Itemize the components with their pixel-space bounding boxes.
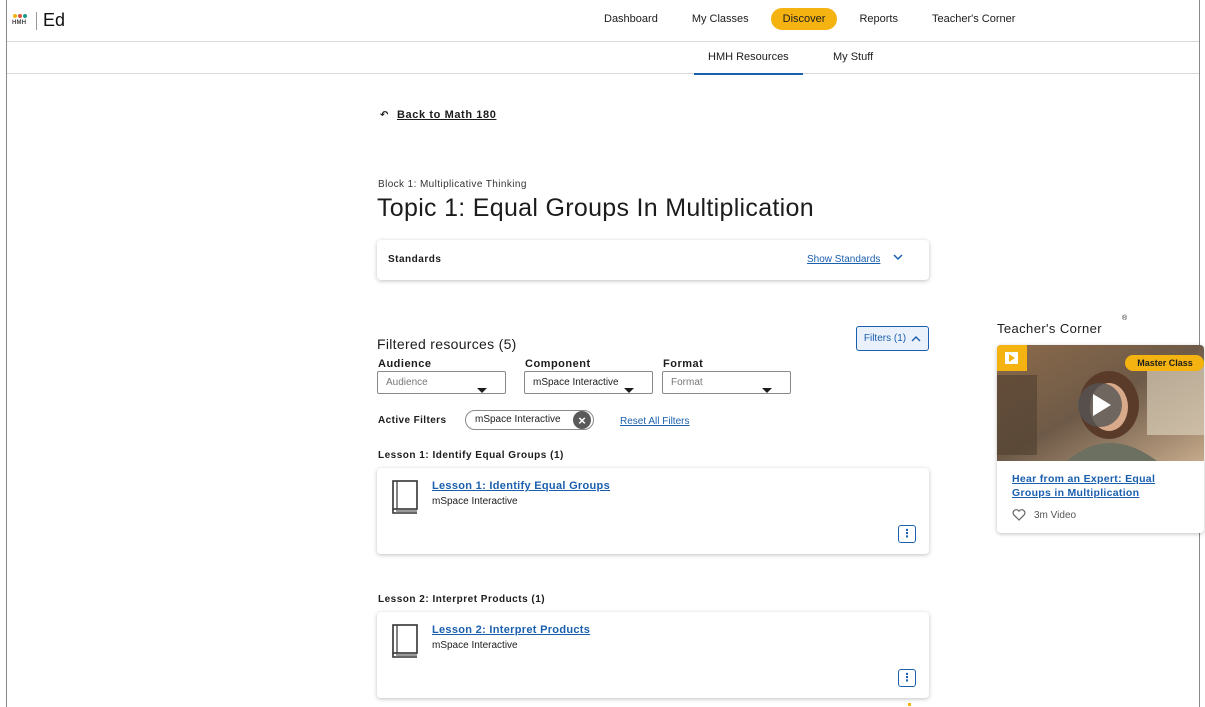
audience-select[interactable]: Audience bbox=[377, 371, 506, 394]
book-icon bbox=[392, 480, 418, 514]
remove-filter-icon[interactable]: × bbox=[573, 411, 591, 429]
nav-discover[interactable]: Discover bbox=[770, 8, 838, 30]
resource-title-link[interactable]: Lesson 2: Interpret Products bbox=[432, 624, 590, 636]
chevron-up-icon bbox=[911, 335, 921, 341]
nav-reports[interactable]: Reports bbox=[847, 8, 910, 30]
master-class-badge: Master Class bbox=[1137, 358, 1193, 368]
back-arrow-icon: ↶ bbox=[380, 109, 389, 121]
sub-navigation: HMH Resources My Stuff bbox=[7, 43, 1199, 75]
back-link-label: Back to Math 180 bbox=[396, 109, 497, 121]
resource-type: mSpace Interactive bbox=[432, 640, 518, 651]
component-select-value: mSpace Interactive bbox=[533, 377, 619, 388]
format-label: Format bbox=[663, 358, 704, 370]
video-duration: 3m Video bbox=[1034, 509, 1077, 521]
tab-hmh-resources[interactable]: HMH Resources bbox=[694, 51, 803, 75]
registered-mark: ® bbox=[1122, 315, 1128, 322]
logo-text: HMH bbox=[12, 19, 27, 26]
filters-button[interactable]: Filters (1) bbox=[856, 326, 929, 351]
chevron-down-icon[interactable] bbox=[892, 251, 904, 263]
scroll-indicator bbox=[908, 703, 911, 706]
caret-down-icon bbox=[477, 388, 487, 393]
book-icon bbox=[392, 624, 418, 658]
filtered-resources-title: Filtered resources (5) bbox=[377, 336, 517, 352]
caret-down-icon bbox=[762, 388, 772, 393]
resource-card: Lesson 1: Identify Equal Groups mSpace I… bbox=[377, 468, 929, 554]
main-nav: Dashboard My Classes Discover Reports Te… bbox=[592, 8, 1037, 30]
kebab-menu-icon: ⋮ bbox=[901, 671, 913, 684]
lesson-group-heading: Lesson 2: Interpret Products (1) bbox=[378, 594, 546, 605]
hmh-logo-icon: HMH bbox=[12, 12, 30, 30]
nav-teachers-corner[interactable]: Teacher's Corner bbox=[920, 8, 1027, 30]
active-filter-chip: mSpace Interactive × bbox=[465, 410, 594, 430]
resource-title-link[interactable]: Lesson 1: Identify Equal Groups bbox=[432, 480, 610, 492]
top-navigation: HMH Ed Dashboard My Classes Discover Rep… bbox=[7, 0, 1199, 42]
format-select[interactable]: Format bbox=[662, 371, 791, 394]
teachers-corner-card: Master Class Hear from an Expert: Equal … bbox=[997, 345, 1204, 533]
kebab-menu-icon: ⋮ bbox=[901, 527, 913, 540]
page-title: Topic 1: Equal Groups In Multiplication bbox=[377, 194, 814, 222]
show-standards-link[interactable]: Show Standards bbox=[807, 254, 880, 265]
lesson-group-heading: Lesson 1: Identify Equal Groups (1) bbox=[378, 450, 564, 461]
active-filters-label: Active Filters bbox=[378, 415, 447, 426]
standards-label: Standards bbox=[388, 254, 442, 265]
component-select[interactable]: mSpace Interactive bbox=[524, 371, 653, 394]
logo-divider bbox=[36, 11, 37, 30]
caret-down-icon bbox=[624, 388, 634, 393]
window-border-left bbox=[6, 0, 7, 707]
format-select-value: Format bbox=[671, 377, 703, 388]
filters-button-label: Filters (1) bbox=[863, 333, 907, 344]
video-meta: 3m Video bbox=[1012, 509, 1076, 521]
resource-type: mSpace Interactive bbox=[432, 496, 518, 507]
app-name: Ed bbox=[43, 10, 66, 30]
teachers-corner-heading: Teacher's Corner bbox=[997, 321, 1102, 336]
reset-all-filters-link[interactable]: Reset All Filters bbox=[620, 416, 689, 427]
block-label: Block 1: Multiplicative Thinking bbox=[378, 179, 527, 190]
standards-panel: Standards Show Standards bbox=[377, 240, 929, 280]
nav-my-classes[interactable]: My Classes bbox=[680, 8, 761, 30]
component-label: Component bbox=[525, 358, 591, 370]
expert-video-link[interactable]: Hear from an Expert: Equal Groups in Mul… bbox=[1012, 472, 1192, 500]
more-options-button[interactable]: ⋮ bbox=[898, 669, 916, 687]
app-logo[interactable]: HMH Ed bbox=[12, 10, 65, 31]
more-options-button[interactable]: ⋮ bbox=[898, 525, 916, 543]
back-link[interactable]: ↶ Back to Math 180 bbox=[380, 109, 496, 121]
nav-dashboard[interactable]: Dashboard bbox=[592, 8, 670, 30]
tab-my-stuff[interactable]: My Stuff bbox=[833, 51, 873, 63]
heart-icon[interactable] bbox=[1012, 509, 1026, 521]
audience-select-value: Audience bbox=[386, 377, 428, 388]
resource-card: Lesson 2: Interpret Products mSpace Inte… bbox=[377, 612, 929, 698]
active-filter-chip-label: mSpace Interactive bbox=[475, 414, 561, 425]
audience-label: Audience bbox=[378, 358, 432, 370]
